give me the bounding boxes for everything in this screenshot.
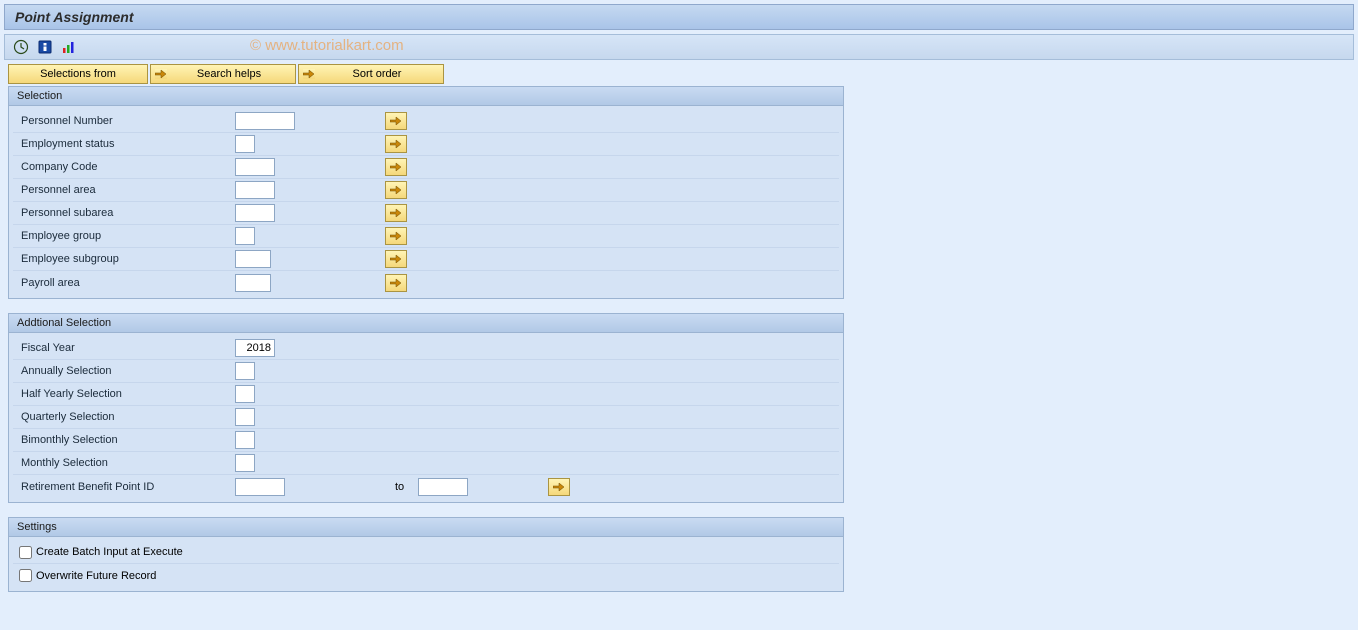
stats-icon[interactable] — [61, 39, 77, 55]
arrow-right-icon — [303, 69, 315, 79]
personnel-number-input[interactable] — [235, 112, 295, 130]
multiple-selection-button[interactable] — [385, 112, 407, 130]
title-bar: Point Assignment — [4, 4, 1354, 30]
overwrite-future-record-label: Overwrite Future Record — [36, 570, 156, 582]
sort-order-button[interactable]: Sort order — [298, 64, 444, 84]
app-toolbar: © www.tutorialkart.com — [4, 34, 1354, 60]
to-label: to — [395, 481, 404, 493]
personnel-subarea-input[interactable] — [235, 204, 275, 222]
multiple-selection-button[interactable] — [385, 204, 407, 222]
additional-selection-group: Addtional Selection Fiscal Year Annually… — [8, 313, 844, 503]
multiple-selection-button[interactable] — [385, 250, 407, 268]
employee-group-input[interactable] — [235, 227, 255, 245]
additional-selection-title: Addtional Selection — [9, 314, 843, 333]
annually-selection-input[interactable] — [235, 362, 255, 380]
company-code-input[interactable] — [235, 158, 275, 176]
employee-subgroup-input[interactable] — [235, 250, 271, 268]
variant-icon[interactable] — [37, 39, 53, 55]
retirement-benefit-id-from-input[interactable] — [235, 478, 285, 496]
arrow-right-icon — [155, 69, 167, 79]
payroll-area-input[interactable] — [235, 274, 271, 292]
multiple-selection-button[interactable] — [548, 478, 570, 496]
company-code-label: Company Code — [15, 161, 235, 173]
monthly-selection-label: Monthly Selection — [15, 457, 235, 469]
selection-group-title: Selection — [9, 87, 843, 106]
employment-status-input[interactable] — [235, 135, 255, 153]
bimonthly-selection-label: Bimonthly Selection — [15, 434, 235, 446]
employee-subgroup-label: Employee subgroup — [15, 253, 235, 265]
fiscal-year-label: Fiscal Year — [15, 342, 235, 354]
personnel-area-label: Personnel area — [15, 184, 235, 196]
annually-selection-label: Annually Selection — [15, 365, 235, 377]
employment-status-label: Employment status — [15, 138, 235, 150]
action-buttons-row: Selections from Search helps Sort order — [8, 64, 1358, 84]
personnel-number-label: Personnel Number — [15, 115, 235, 127]
personnel-subarea-label: Personnel subarea — [15, 207, 235, 219]
page-title: Point Assignment — [15, 9, 134, 25]
employee-group-label: Employee group — [15, 230, 235, 242]
half-yearly-selection-label: Half Yearly Selection — [15, 388, 235, 400]
multiple-selection-button[interactable] — [385, 135, 407, 153]
retirement-benefit-id-label: Retirement Benefit Point ID — [15, 481, 235, 493]
settings-group: Settings Create Batch Input at Execute O… — [8, 517, 844, 592]
create-batch-input-checkbox[interactable] — [19, 546, 32, 559]
retirement-benefit-id-to-input[interactable] — [418, 478, 468, 496]
selection-group: Selection Personnel Number Employment st… — [8, 86, 844, 299]
create-batch-input-label: Create Batch Input at Execute — [36, 546, 183, 558]
selections-from-label: Selections from — [40, 68, 116, 80]
quarterly-selection-label: Quarterly Selection — [15, 411, 235, 423]
multiple-selection-button[interactable] — [385, 181, 407, 199]
search-helps-button[interactable]: Search helps — [150, 64, 296, 84]
multiple-selection-button[interactable] — [385, 227, 407, 245]
bimonthly-selection-input[interactable] — [235, 431, 255, 449]
settings-group-title: Settings — [9, 518, 843, 537]
half-yearly-selection-input[interactable] — [235, 385, 255, 403]
watermark-text: © www.tutorialkart.com — [250, 37, 404, 54]
sort-order-label: Sort order — [323, 68, 431, 80]
search-helps-label: Search helps — [175, 68, 283, 80]
multiple-selection-button[interactable] — [385, 274, 407, 292]
multiple-selection-button[interactable] — [385, 158, 407, 176]
fiscal-year-input[interactable] — [235, 339, 275, 357]
selections-from-button[interactable]: Selections from — [8, 64, 148, 84]
overwrite-future-record-checkbox[interactable] — [19, 569, 32, 582]
payroll-area-label: Payroll area — [15, 277, 235, 289]
execute-icon[interactable] — [13, 39, 29, 55]
quarterly-selection-input[interactable] — [235, 408, 255, 426]
personnel-area-input[interactable] — [235, 181, 275, 199]
monthly-selection-input[interactable] — [235, 454, 255, 472]
